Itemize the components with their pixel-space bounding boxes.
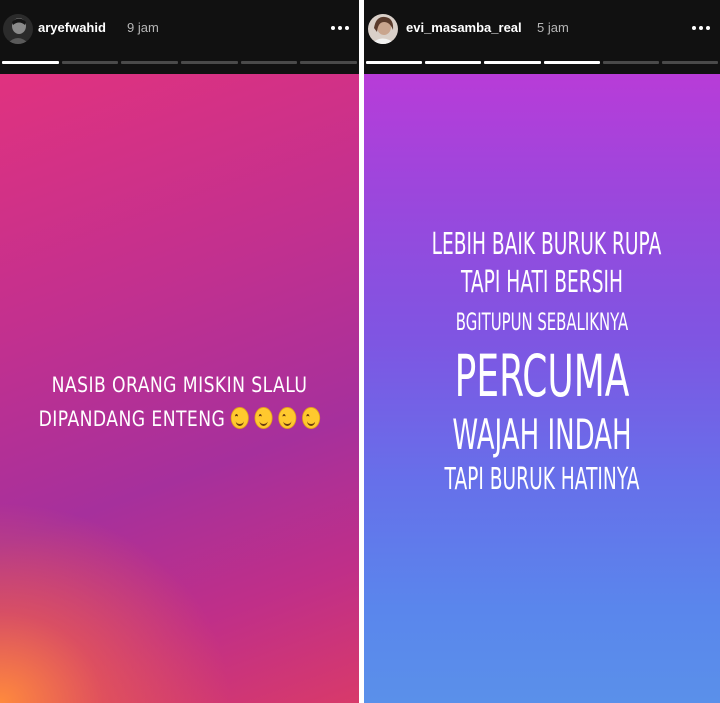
caption-line: LEBIH BAIK BURUK RUPA <box>431 227 662 262</box>
progress-segment <box>61 61 119 64</box>
story-progress-bar <box>2 61 358 64</box>
progress-segment <box>2 61 59 64</box>
progress-segment <box>300 61 358 64</box>
smiling-face-icon <box>278 407 297 429</box>
caption-line: PERCUMA <box>454 342 630 410</box>
story-caption: NASIB ORANG MISKIN SLALU DIPANDANG ENTEN… <box>32 368 326 436</box>
caption-line-with-emojis: DIPANDANG ENTENG <box>32 402 326 436</box>
smiling-face-icon <box>231 407 250 429</box>
story-header: evi_masamba_real 5 jam <box>364 0 720 74</box>
progress-segment <box>181 61 238 64</box>
avatar[interactable] <box>3 14 33 44</box>
avatar[interactable] <box>368 14 398 44</box>
story-caption: LEBIH BAIK BURUK RUPA TAPI HATI BERSIH B… <box>431 226 662 500</box>
story-panel-aryefwahid[interactable]: aryefwahid 9 jam NASIB ORANG MISKIN SLAL… <box>0 0 359 703</box>
progress-segment <box>366 61 423 64</box>
caption-line: WAJAH INDAH <box>452 410 632 459</box>
story-progress-bar <box>366 61 719 64</box>
caption-line: NASIB ORANG MISKIN SLALU <box>51 373 308 397</box>
username[interactable]: evi_masamba_real <box>406 20 522 36</box>
more-options-icon[interactable] <box>327 16 353 40</box>
post-time: 9 jam <box>127 20 159 35</box>
progress-segment <box>425 61 482 64</box>
post-time: 5 jam <box>537 20 569 35</box>
progress-segment <box>240 61 298 64</box>
caption-line: DIPANDANG ENTENG <box>38 407 226 431</box>
progress-segment <box>121 61 179 64</box>
progress-segment <box>602 61 659 64</box>
story-content[interactable]: LEBIH BAIK BURUK RUPA TAPI HATI BERSIH B… <box>364 74 720 703</box>
progress-segment <box>484 61 541 64</box>
smiling-face-icon <box>302 407 321 429</box>
progress-segment <box>543 61 600 64</box>
story-header: aryefwahid 9 jam <box>0 0 359 74</box>
story-panel-evi-masamba-real[interactable]: evi_masamba_real 5 jam LEBIH BAIK BURUK … <box>364 0 720 703</box>
progress-segment <box>661 61 719 64</box>
more-options-icon[interactable] <box>688 16 714 40</box>
caption-line: TAPI BURUK HATINYA <box>444 462 640 497</box>
username[interactable]: aryefwahid <box>38 20 106 36</box>
smiling-face-icon <box>254 407 273 429</box>
caption-line: BGITUPUN SEBALIKNYA <box>455 308 629 336</box>
caption-line: TAPI HATI BERSIH <box>460 265 623 300</box>
story-content[interactable]: NASIB ORANG MISKIN SLALU DIPANDANG ENTEN… <box>0 74 359 703</box>
